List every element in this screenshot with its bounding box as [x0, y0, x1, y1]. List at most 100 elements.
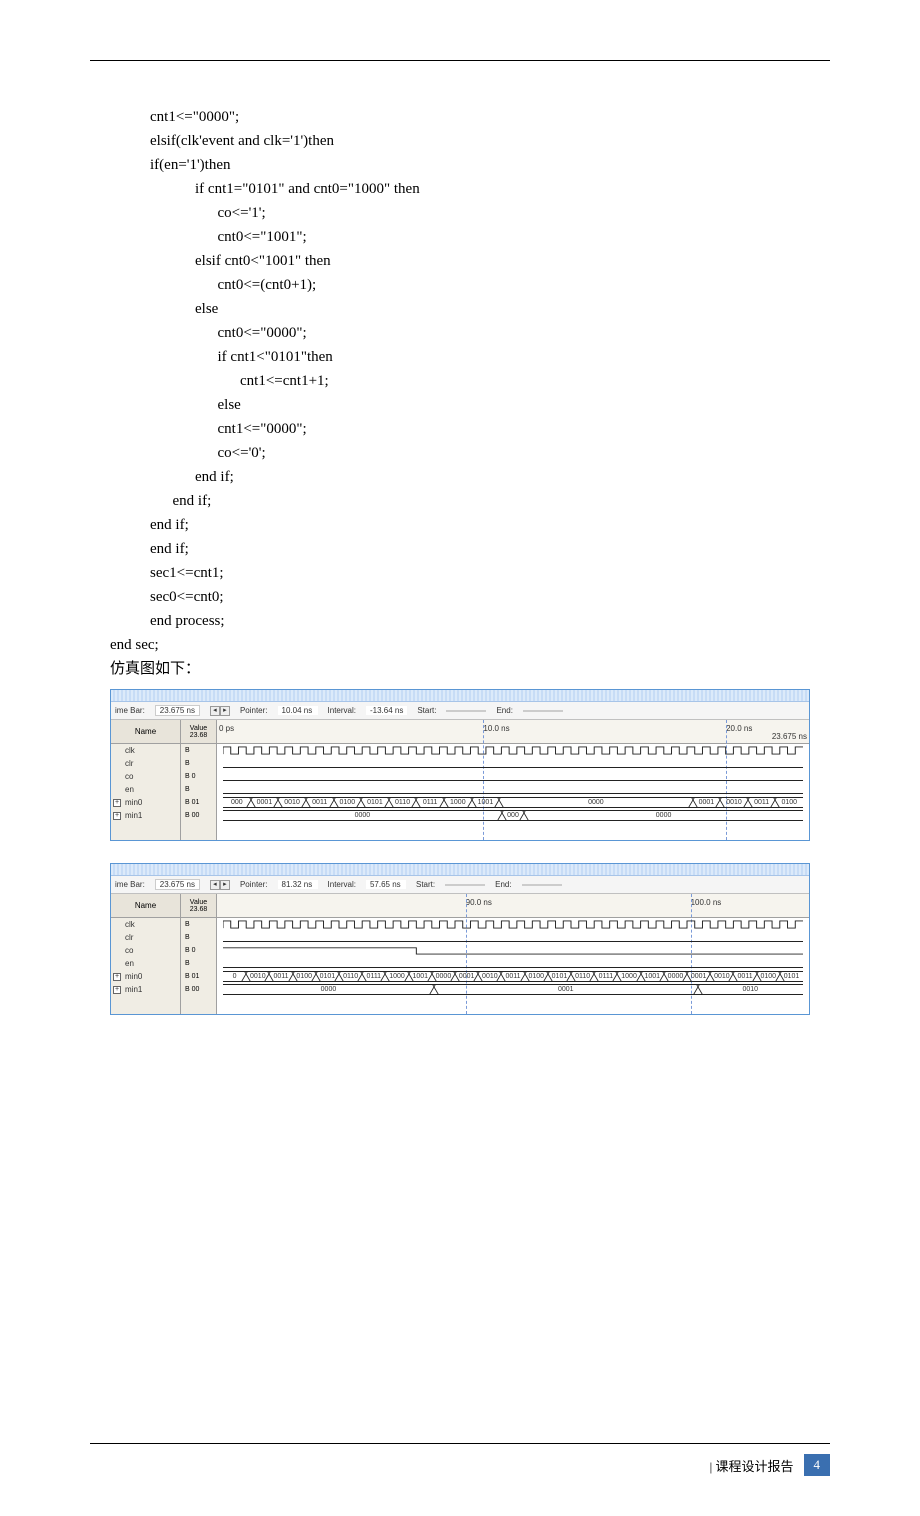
code-line: end process;	[150, 613, 225, 629]
wave-row-co	[217, 770, 809, 783]
timebar-label: ime Bar:	[115, 706, 145, 715]
signal-name[interactable]: clk	[111, 918, 180, 931]
footer-label: | 课程设计报告	[710, 1456, 794, 1475]
signal-value: B 00	[181, 809, 216, 822]
interval-label: Interval:	[328, 706, 356, 715]
code-line: end if;	[150, 517, 189, 533]
signal-name[interactable]: +min0	[111, 970, 180, 983]
interval-value: -13.64 ns	[366, 706, 407, 715]
signal-names-column: Name clk clr co en +min0 +min1	[111, 894, 181, 1014]
code-line: if cnt1="0101" and cnt0="1000" then	[195, 181, 420, 197]
bus-value: 0000	[223, 810, 502, 821]
signal-value: B	[181, 918, 216, 931]
page-footer: | 课程设计报告 4	[90, 1443, 830, 1476]
bus-value: 0001	[434, 984, 698, 995]
signal-name[interactable]: +min1	[111, 983, 180, 996]
expand-icon[interactable]: +	[113, 812, 121, 820]
code-line: sec0<=cnt0;	[150, 589, 224, 605]
signal-name[interactable]: en	[111, 783, 180, 796]
bus-value: 0101	[780, 971, 803, 982]
right-arrow-icon[interactable]: ▸	[220, 706, 230, 716]
pointer-stepper[interactable]: ◂▸	[210, 706, 230, 716]
timebar-label: ime Bar:	[115, 880, 145, 889]
wave-row-min0: 0001000110100010101100111100010010000000…	[217, 970, 809, 983]
bus-value: 0000	[499, 797, 692, 808]
code-line: end sec;	[90, 633, 830, 657]
signal-name[interactable]: clr	[111, 757, 180, 770]
bus-value: 0000	[223, 984, 434, 995]
timebar-value[interactable]: 23.675 ns	[155, 705, 200, 716]
signal-name[interactable]: +min1	[111, 809, 180, 822]
signal-value: B	[181, 744, 216, 757]
signal-name[interactable]: clk	[111, 744, 180, 757]
wave-row-clr	[217, 757, 809, 770]
code-block: cnt1<="0000"; elsif(clk'event and clk='1…	[90, 81, 830, 633]
signal-name[interactable]: co	[111, 944, 180, 957]
page-number: 4	[804, 1454, 831, 1476]
signal-names-column: Name clk clr co en +min0 +min1	[111, 720, 181, 840]
wave-row-clk	[217, 918, 809, 931]
signal-name[interactable]: +min0	[111, 796, 180, 809]
signal-value: B	[181, 957, 216, 970]
panel-header-texture	[111, 864, 809, 876]
end-value[interactable]	[523, 710, 563, 712]
code-line: cnt0<=(cnt0+1);	[218, 277, 317, 293]
code-line: else	[195, 301, 218, 317]
expand-icon[interactable]: +	[113, 973, 121, 981]
end-value[interactable]	[522, 884, 562, 886]
code-line: elsif(clk'event and clk='1')then	[150, 133, 334, 149]
code-line: cnt1<=cnt1+1;	[240, 373, 329, 389]
wave-row-en	[217, 957, 809, 970]
signal-name[interactable]: clr	[111, 931, 180, 944]
code-line: co<='1';	[218, 205, 266, 221]
signal-value: B 01	[181, 796, 216, 809]
signal-value: B	[181, 757, 216, 770]
interval-value: 57.65 ns	[366, 880, 406, 889]
start-label: Start:	[416, 880, 435, 889]
wave-row-clr	[217, 931, 809, 944]
right-arrow-icon[interactable]: ▸	[220, 880, 230, 890]
code-line: end if;	[173, 493, 212, 509]
code-line: else	[218, 397, 241, 413]
code-line: end if;	[195, 469, 234, 485]
pointer-stepper[interactable]: ◂▸	[210, 880, 230, 890]
signal-values-column: Value 23.68 B B B 0 B B 01 B 00	[181, 894, 217, 1014]
code-line: elsif cnt0<"1001" then	[195, 253, 331, 269]
bus-value: 0010	[698, 984, 803, 995]
left-arrow-icon[interactable]: ◂	[210, 706, 220, 716]
signal-value: B	[181, 931, 216, 944]
signal-value: B 01	[181, 970, 216, 983]
expand-icon[interactable]: +	[113, 799, 121, 807]
waveform-area[interactable]: 0 ps 10.0 ns 20.0 ns 23.675 ns 000000100…	[217, 720, 809, 840]
start-value[interactable]	[445, 884, 485, 886]
timebar-value[interactable]: 23.675 ns	[155, 879, 200, 890]
left-arrow-icon[interactable]: ◂	[210, 880, 220, 890]
signal-value: B 0	[181, 770, 216, 783]
page-top-rule	[90, 60, 830, 61]
wave-row-min0: 0000001001000110100010101100111100010010…	[217, 796, 809, 809]
wave-row-co	[217, 944, 809, 957]
signal-name[interactable]: co	[111, 770, 180, 783]
waveform-area[interactable]: 90.0 ns 100.0 ns 00010001101000101011001…	[217, 894, 809, 1014]
wave-row-min1: 000000010010	[217, 983, 809, 996]
caption-text: 仿真图如下：	[90, 657, 830, 681]
waveform-toolbar: ime Bar: 23.675 ns ◂▸ Pointer: 81.32 ns …	[111, 876, 809, 894]
signal-value: B 0	[181, 944, 216, 957]
code-line: if(en='1')then	[150, 157, 231, 173]
expand-icon[interactable]: +	[113, 986, 121, 994]
wave-row-clk	[217, 744, 809, 757]
end-label: End:	[495, 880, 511, 889]
waveform-panel-1: ime Bar: 23.675 ns ◂▸ Pointer: 10.04 ns …	[110, 689, 810, 841]
start-value[interactable]	[446, 710, 486, 712]
code-line: sec1<=cnt1;	[150, 565, 224, 581]
wave-row-en	[217, 783, 809, 796]
signal-name[interactable]: en	[111, 957, 180, 970]
waveform-toolbar: ime Bar: 23.675 ns ◂▸ Pointer: 10.04 ns …	[111, 702, 809, 720]
name-header: Name	[111, 720, 180, 744]
value-header: Value 23.68	[181, 894, 216, 918]
code-line: co<='0';	[218, 445, 266, 461]
name-header: Name	[111, 894, 180, 918]
waveform-panel-2: ime Bar: 23.675 ns ◂▸ Pointer: 81.32 ns …	[110, 863, 810, 1015]
signal-value: B	[181, 783, 216, 796]
bus-value: 0000	[524, 810, 803, 821]
